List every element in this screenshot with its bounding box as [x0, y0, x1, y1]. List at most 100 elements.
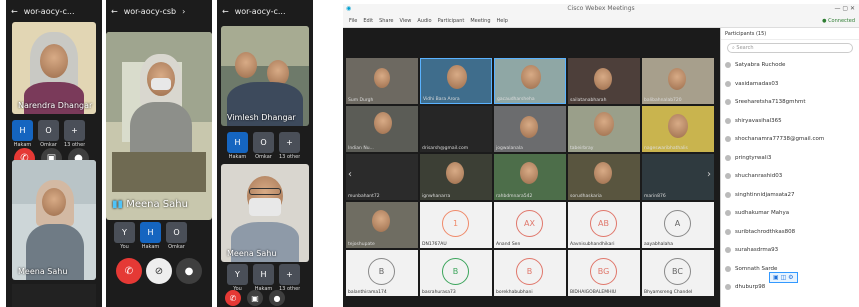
menu-item[interactable]: View	[400, 18, 412, 24]
video-tile[interactable]: marin876	[642, 154, 714, 200]
avatar-tile[interactable]: BG BIDHAIGOBALEMHIU	[568, 250, 640, 296]
video-tile[interactable]: ignwhanarra	[420, 154, 492, 200]
video-tile[interactable]: jogwalanala	[494, 106, 566, 152]
mic-button[interactable]: ●	[269, 290, 285, 306]
video-tile[interactable]: Indian Nu...	[346, 106, 418, 152]
participant-name: Meena Sahu	[227, 249, 277, 258]
window-titlebar: ◉ Cisco Webex Meetings — ▢ ✕	[343, 4, 859, 14]
participant-row[interactable]: vasidamadas03	[721, 75, 859, 94]
video-tile[interactable]: sailatanabharah	[568, 58, 640, 104]
avatar-tile[interactable]: Bbalanthirama174	[346, 250, 418, 296]
avatar-tile[interactable]: 1 DN1767AU	[420, 202, 492, 248]
menu-item[interactable]: Edit	[363, 18, 373, 24]
video-toggle-button[interactable]: ▣	[247, 290, 263, 306]
chevron-right-icon[interactable]: ›	[182, 7, 185, 16]
back-arrow-icon[interactable]: ←	[11, 7, 18, 16]
participant-thumb[interactable]: +13 others	[64, 120, 85, 148]
phone-screen-3: ← wor-aocy-c... Vimlesh Dhangar H Hakam O…	[217, 0, 313, 307]
avatar-tile[interactable]: BC Bhyamsreng Chandel	[642, 250, 714, 296]
participant-row[interactable]: suribtachrodthkas808	[721, 223, 859, 242]
video-tile[interactable]: tabeirbray	[568, 106, 640, 152]
video-tile-bottom: Meena Sahu	[12, 160, 96, 280]
video-off-button[interactable]: ⊘	[146, 258, 172, 284]
video-tile[interactable]: balibahnalab720	[642, 58, 714, 104]
menu-item[interactable]: Audio	[417, 18, 431, 24]
participant-thumb[interactable]: H Hakam	[227, 132, 248, 160]
participant-row[interactable]: Sreeharetsha7138gmhmt	[721, 93, 859, 112]
avatar-tile[interactable]: Bborekhabubhani	[494, 250, 566, 296]
video-tile[interactable]: rahbdmnara542	[494, 154, 566, 200]
main-video-tile: ▮▮ Meena Sahu	[106, 32, 212, 220]
participant-row[interactable]: sudhakumar Mahya	[721, 204, 859, 223]
meeting-title: wor-aocy-c...	[23, 6, 75, 16]
avatar-tile[interactable]: Aaayabhalaha	[642, 202, 714, 248]
window-controls[interactable]: — ▢ ✕	[834, 4, 855, 14]
meeting-title: wor-aocy-c...	[234, 6, 286, 16]
participant-thumb[interactable]: +13 others	[279, 132, 300, 160]
participant-thumb[interactable]: Y You	[227, 264, 248, 292]
back-arrow-icon[interactable]: ←	[222, 7, 229, 16]
connection-status: ● Connected	[822, 17, 855, 24]
participant-strip: HHakam OOmkar +13 others	[227, 132, 300, 160]
video-tile[interactable]: tejoshupate	[346, 202, 418, 248]
back-arrow-icon[interactable]: ←	[111, 7, 118, 16]
participant-thumb[interactable]: O Omkar	[166, 222, 187, 250]
video-tile-active[interactable]: Vidhi Bara Arora	[420, 58, 492, 104]
end-call-button[interactable]: ✆	[116, 258, 142, 284]
participant-thumb[interactable]: O Omkar	[253, 132, 274, 160]
participant-search-input[interactable]: ⌕ Search	[727, 43, 853, 53]
webex-window: ◉ Cisco Webex Meetings — ▢ ✕ File Edit S…	[343, 4, 859, 307]
participant-strip: HHakam OOmkar +13 others	[12, 120, 85, 148]
participant-thumb[interactable]: H Hakam	[140, 222, 161, 250]
participant-thumb[interactable]: O Omkar	[38, 120, 59, 148]
participant-row[interactable]: Satyabra Ruchode	[721, 56, 859, 75]
video-tile[interactable]: sorudhaskaria	[568, 154, 640, 200]
menu-bar: File Edit Share View Audio Participant M…	[343, 14, 859, 28]
scroll-left-arrow-icon[interactable]: ‹	[348, 169, 352, 180]
window-title: Cisco Webex Meetings	[567, 5, 635, 12]
check-icon: ●	[822, 17, 827, 24]
participant-row[interactable]: shochanamra77738@gmail.com	[721, 130, 859, 149]
menu-item[interactable]: File	[349, 18, 357, 24]
participant-row[interactable]: shiryavasihal365	[721, 112, 859, 131]
audio-wave-icon: ▮▮	[112, 199, 124, 210]
participants-panel: Participants (15) ⌕ Search Satyabra Ruch…	[720, 28, 859, 307]
participant-strip: Y You H Hakam O Omkar	[114, 222, 187, 250]
participant-row[interactable]: pringtyrwali3	[721, 149, 859, 168]
participant-thumb[interactable]: +13 others	[279, 264, 300, 292]
avatar-tile[interactable]: Bbasrahurasa73	[420, 250, 492, 296]
participants-header: Participants (15)	[721, 28, 859, 40]
meeting-title: wor-aocy-csb	[123, 6, 177, 16]
video-tile[interactable]: gacaudharsheha	[494, 58, 566, 104]
video-tile-top: Narendra Dhangar	[12, 22, 96, 114]
video-tile[interactable]: Sum Durgh	[346, 58, 418, 104]
collage: ← wor-aocy-c... Narendra Dhangar H Hakam …	[0, 0, 859, 307]
end-call-button[interactable]: ✆	[225, 290, 241, 306]
avatar-tile[interactable]: AX Anand Sen	[494, 202, 566, 248]
participant-row[interactable]: surahasdrma93	[721, 241, 859, 260]
participant-name: Narendra Dhangar	[18, 101, 93, 110]
scroll-right-arrow-icon[interactable]: ›	[707, 169, 711, 180]
video-tile[interactable]: drisarsh@gmail.com	[420, 106, 492, 152]
menu-item[interactable]: Help	[497, 18, 508, 24]
menu-item[interactable]: Share	[379, 18, 393, 24]
mic-button[interactable]: ●	[176, 258, 202, 284]
participant-thumb[interactable]: H Hakam	[253, 264, 274, 292]
avatar-tile[interactable]: AB Aavnisubhandhikari	[568, 202, 640, 248]
meeting-header: ← wor-aocy-c...	[217, 0, 313, 22]
mini-toolbar[interactable]: ▣ ◫ ⚙	[769, 272, 798, 283]
search-icon: ⌕	[732, 45, 735, 51]
video-tile[interactable]: nageswaribhathalis	[642, 106, 714, 152]
menu-item[interactable]: Participant	[438, 18, 465, 24]
participant-thumb[interactable]: Y You	[114, 222, 135, 250]
video-tile[interactable]: munbahant72	[346, 154, 418, 200]
participant-name: Vimlesh Dhangar	[227, 113, 296, 122]
participant-row[interactable]: singhtinnidjamsata27	[721, 186, 859, 205]
participant-strip-2: YYou HHakam +13 others	[227, 264, 300, 292]
phone-screen-2: ← wor-aocy-csb › ▮▮ Meena Sahu Y You H Hak…	[106, 0, 212, 307]
menu-item[interactable]: Meeting	[470, 18, 490, 24]
phone-screen-1: ← wor-aocy-c... Narendra Dhangar H Hakam …	[6, 0, 102, 307]
participant-row[interactable]: shuchanrashid03	[721, 167, 859, 186]
participant-name: ▮▮ Meena Sahu	[112, 199, 188, 210]
participant-thumb[interactable]: H Hakam	[12, 120, 33, 148]
